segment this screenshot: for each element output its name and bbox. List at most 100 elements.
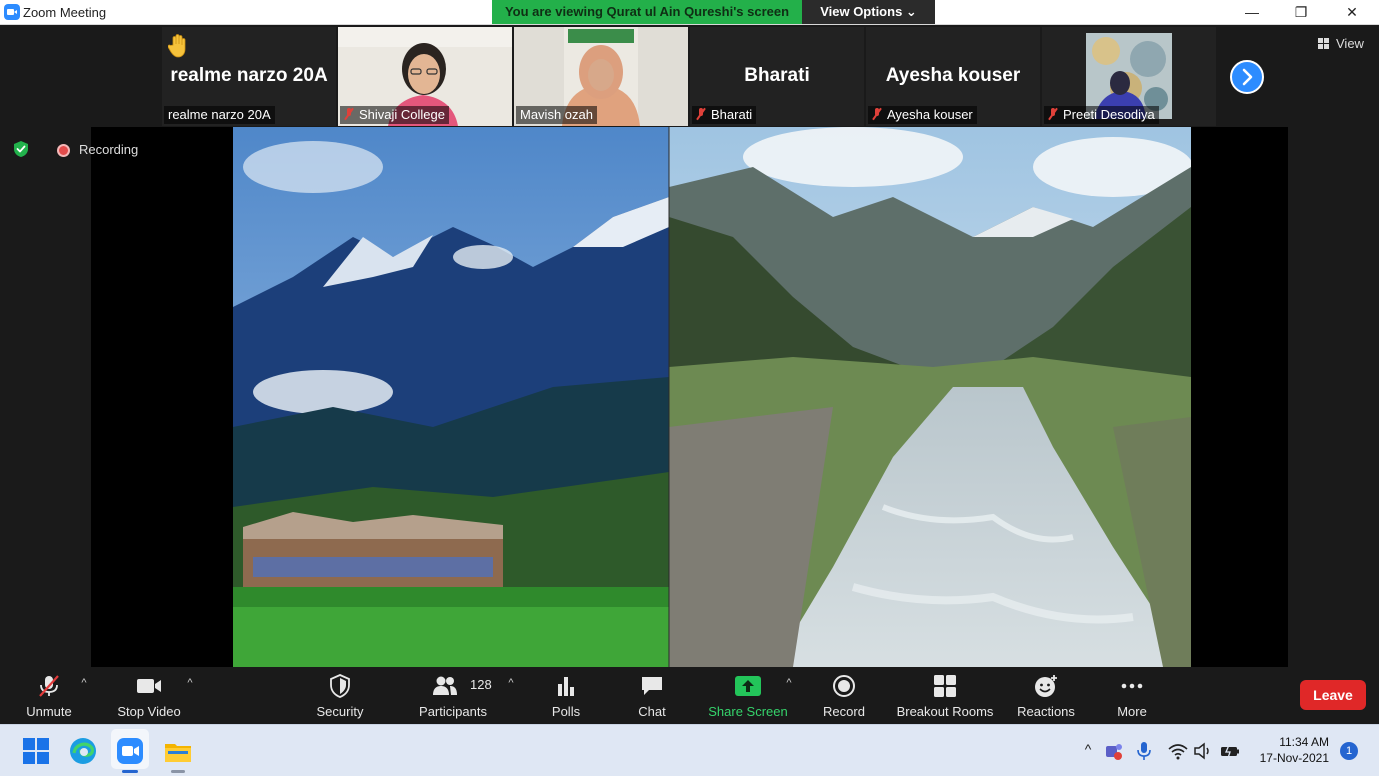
breakout-rooms-button[interactable]: Breakout Rooms (892, 667, 998, 724)
record-label: Record (823, 704, 865, 719)
more-label: More (1117, 704, 1147, 719)
edge-browser-icon[interactable] (69, 737, 97, 765)
shared-screen-content (233, 127, 1191, 667)
battery-icon[interactable] (1220, 741, 1240, 761)
wifi-icon[interactable] (1168, 741, 1188, 761)
participant-label: Bharati (692, 106, 757, 124)
chevron-right-icon (1242, 68, 1253, 86)
chat-label: Chat (638, 704, 666, 719)
recording-label: Recording (79, 142, 139, 157)
polls-button[interactable]: Polls (536, 667, 596, 724)
security-shield-icon (14, 141, 28, 157)
speaker-icon[interactable] (1193, 741, 1213, 761)
participants-count: 128 (470, 677, 492, 692)
zoom-meeting-window: Zoom Meeting — ❐ ✕ You are viewing Qurat… (0, 0, 1379, 776)
grid-view-icon (1318, 38, 1329, 49)
participant-name: Mavish ozah (520, 107, 593, 122)
zoom-app-icon (4, 4, 20, 20)
participant-tile[interactable]: Preeti Desodiya (1042, 27, 1216, 126)
recording-dot-icon (57, 144, 70, 157)
record-icon (833, 675, 855, 697)
view-options-button[interactable]: View Options ⌄ (802, 0, 935, 24)
view-layout-button[interactable]: View (1311, 32, 1369, 56)
microphone-muted-icon (39, 675, 59, 697)
participant-name: Preeti Desodiya (1063, 107, 1155, 122)
participant-name: Ayesha kouser (887, 107, 973, 122)
mic-muted-icon (344, 108, 354, 120)
breakout-rooms-icon (934, 675, 956, 697)
participant-tile-active-speaker[interactable]: Mavish ozah (514, 27, 688, 126)
smiley-reaction-icon (1035, 675, 1057, 697)
leave-meeting-button[interactable]: Leave (1300, 680, 1366, 710)
participant-name: realme narzo 20A (168, 107, 271, 122)
chat-bubble-icon (642, 677, 662, 695)
unmute-label: Unmute (26, 704, 72, 719)
window-title: Zoom Meeting (23, 5, 107, 20)
share-screen-icon (735, 676, 761, 696)
security-button[interactable]: Security (305, 667, 375, 724)
meeting-toolbar: Unmute ^ Stop Video ^ Security Participa… (0, 667, 1379, 724)
record-button[interactable]: Record (812, 667, 876, 724)
participant-label: realme narzo 20A (164, 106, 275, 124)
notification-badge[interactable]: 1 (1340, 742, 1358, 760)
reactions-button[interactable]: Reactions (1012, 667, 1080, 724)
windows-start-icon[interactable] (22, 737, 50, 765)
system-clock[interactable]: 11:34 AM 17-Nov-2021 (1245, 734, 1329, 766)
explorer-running-indicator (171, 770, 185, 773)
share-screen-label: Share Screen (708, 704, 788, 719)
participant-big-name: Ayesha kouser (885, 65, 1021, 86)
participant-big-name: Bharati (744, 65, 810, 86)
file-explorer-icon[interactable] (164, 737, 192, 765)
mic-muted-icon (872, 108, 882, 120)
minimize-button[interactable]: — (1229, 0, 1275, 25)
clock-time: 11:34 AM (1279, 735, 1329, 749)
participants-button[interactable]: Participants (413, 667, 493, 724)
stop-video-button[interactable]: Stop Video (110, 667, 188, 724)
mic-muted-icon (696, 108, 706, 120)
video-camera-icon (137, 679, 161, 693)
participant-name: Shivaji College (359, 107, 445, 122)
windows-taskbar: ^ 11:34 AM 17-Nov-2021 1 (0, 724, 1379, 776)
mic-muted-icon (1048, 108, 1058, 120)
participant-label: Shivaji College (340, 106, 449, 124)
reactions-label: Reactions (1017, 704, 1075, 719)
participant-big-name: realme narzo 20A (170, 65, 328, 86)
viewing-screen-banner: You are viewing Qurat ul Ain Qureshi's s… (492, 0, 802, 24)
participant-label: Preeti Desodiya (1044, 106, 1159, 124)
microphone-tray-icon[interactable] (1134, 741, 1154, 761)
view-button-label: View (1336, 36, 1364, 51)
participant-name: Bharati (711, 107, 753, 122)
participant-tile[interactable]: Ayesha kouser Ayesha kouser (866, 27, 1040, 126)
shield-icon (330, 674, 350, 698)
restore-button[interactable]: ❐ (1278, 0, 1324, 25)
participant-tile[interactable]: Bharati Bharati (690, 27, 864, 126)
teams-icon[interactable] (1104, 741, 1124, 761)
participant-label: Ayesha kouser (868, 106, 977, 124)
video-options-caret[interactable]: ^ (184, 677, 196, 689)
bar-chart-icon (558, 677, 574, 696)
next-participants-button[interactable] (1230, 60, 1264, 94)
clock-date: 17-Nov-2021 (1259, 751, 1329, 765)
raised-hand-icon (168, 34, 186, 58)
zoom-taskbar-icon[interactable] (116, 737, 144, 765)
close-button[interactable]: ✕ (1329, 0, 1375, 25)
chat-button[interactable]: Chat (622, 667, 682, 724)
tray-overflow-chevron[interactable]: ^ (1078, 741, 1098, 761)
share-options-caret[interactable]: ^ (783, 677, 795, 689)
participant-tile[interactable]: Shivaji College (338, 27, 512, 126)
participant-label: Mavish ozah (516, 106, 597, 124)
audio-options-caret[interactable]: ^ (78, 677, 90, 689)
zoom-running-indicator (122, 770, 138, 773)
participants-label: Participants (419, 704, 487, 719)
unmute-button[interactable]: Unmute (14, 667, 84, 724)
participants-options-caret[interactable]: ^ (505, 677, 517, 689)
polls-label: Polls (551, 704, 581, 719)
breakout-rooms-label: Breakout Rooms (896, 704, 994, 719)
share-screen-button[interactable]: Share Screen (703, 667, 793, 724)
participant-tile[interactable]: realme narzo 20A realme narzo 20A (162, 27, 336, 126)
stop-video-label: Stop Video (117, 704, 181, 719)
participants-icon (433, 676, 457, 695)
more-dots-icon (1121, 683, 1143, 689)
security-label: Security (316, 704, 364, 719)
more-button[interactable]: More (1102, 667, 1162, 724)
